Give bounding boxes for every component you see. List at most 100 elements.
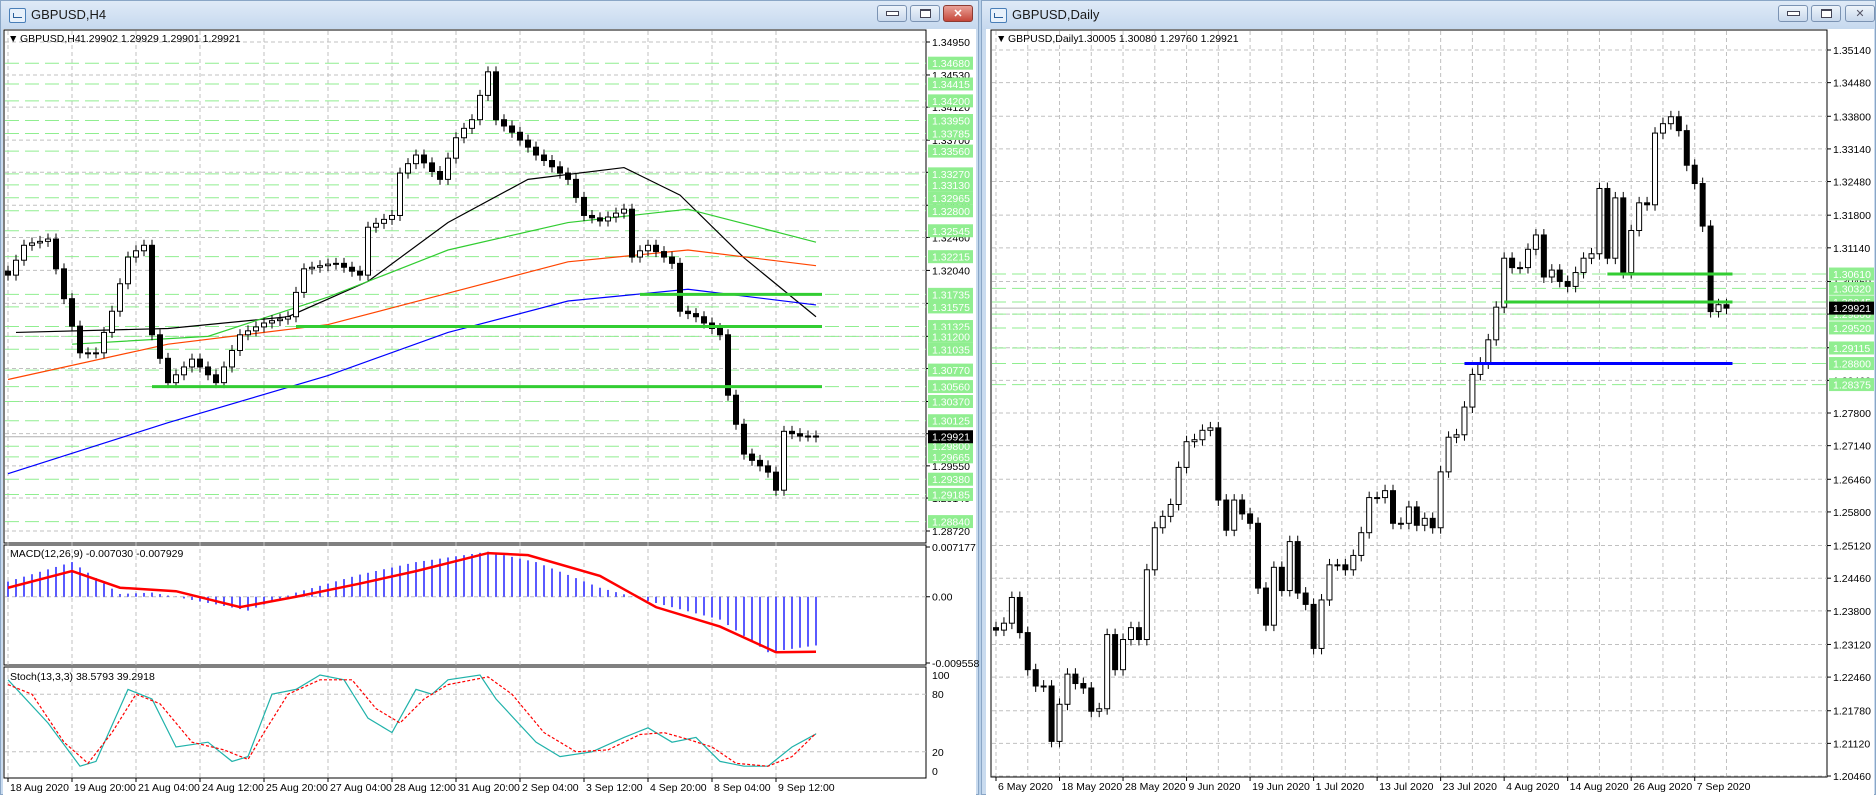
candle [69,293,75,332]
bear-candle-body [77,325,83,354]
candle [1620,191,1627,279]
bear-candle-body [421,154,427,164]
bull-candle-body [1008,596,1015,624]
bull-candle-body [237,334,243,351]
bull-candle-body [1715,304,1722,313]
bear-candle-body [1072,673,1079,685]
bear-candle-body [1247,513,1254,524]
bull-candle-body [1159,515,1166,529]
bull-candle-body [781,430,787,491]
level-label: 1.34680 [932,58,970,70]
bull-candle-body [261,322,267,328]
candle [1501,252,1508,314]
level-label: 1.31575 [932,302,970,314]
level-label: 1.33785 [932,128,970,140]
bull-candle-body [1659,123,1666,134]
bear-candle-body [757,459,763,467]
bear-candle-body [1239,499,1246,515]
bear-candle-body [1540,234,1547,278]
level-label: 1.32545 [932,226,970,238]
price-axis-label: 1.35140 [1833,45,1871,57]
bull-candle-body [1366,497,1373,534]
candle [1628,224,1635,279]
candle [1540,229,1547,283]
bear-candle-body [205,366,211,376]
bear-candle-body [533,146,539,156]
candle [733,389,739,430]
time-axis-label: 1 Jul 2020 [1316,781,1365,793]
time-axis-label: 19 Jun 2020 [1252,781,1310,793]
level-label: 1.28800 [1833,359,1871,371]
bear-candle-body [1556,269,1563,282]
bear-candle-body [349,266,355,272]
bull-candle-body [1437,471,1444,529]
candle [1151,521,1158,576]
candle [125,251,131,290]
bear-candle-body [1691,164,1698,185]
h4-main-plot[interactable] [3,29,927,544]
candle [1215,421,1222,506]
bull-candle-body [1175,466,1182,506]
price-axis-label: 1.25120 [1833,541,1871,553]
bull-candle-body [29,242,35,246]
h4-stoch-panel[interactable] [3,666,927,779]
bear-candle-body [1278,566,1285,592]
candle [1175,461,1182,511]
charts-canvas[interactable]: 18 Aug 2020 19 Aug 20:00 21 Aug 04:00 24 Au… [0,0,1876,795]
candle [157,329,163,364]
bear-candle-body [629,208,635,258]
bull-candle-body [413,154,419,165]
bull-candle-body [1652,132,1659,206]
candle [1008,591,1015,630]
bull-candle-body [1548,269,1555,278]
bull-candle-body [1064,673,1071,705]
dropdown-triangle-icon[interactable]: ▼ [8,33,18,45]
price-axis-label: 1.24460 [1833,573,1871,585]
bull-candle-body [141,244,147,252]
bull-candle-body [1445,436,1452,473]
level-label: 1.30610 [1833,269,1871,281]
time-axis-label: 21 Aug 04:00 [138,782,200,794]
level-label: 1.29115 [1833,343,1870,355]
candle [77,320,83,359]
candle [1445,431,1452,478]
level-label: 1.33560 [932,146,970,158]
h4-macd-panel[interactable] [3,544,927,666]
bull-candle-body [1628,230,1635,274]
bull-candle-body [1167,504,1174,517]
dropdown-triangle-icon[interactable]: ▼ [996,33,1006,45]
time-axis-label: 25 Aug 20:00 [266,782,328,794]
time-axis-label: 9 Jun 2020 [1189,781,1241,793]
level-label: 1.32800 [932,206,970,218]
candle [725,329,731,401]
bull-candle-body [1517,267,1524,270]
bear-candle-body [573,178,579,198]
bull-candle-body [1493,306,1500,341]
level-label: 1.31035 [932,344,970,356]
bear-candle-body [1342,564,1349,571]
candle [677,257,683,317]
level-label: 1.30560 [932,382,970,394]
bear-candle-body [525,139,531,148]
time-axis-label: 26 Aug 2020 [1633,781,1692,793]
bull-candle-body [1231,499,1238,531]
candle [1016,591,1023,639]
bull-candle-body [613,212,619,218]
price-axis-label: 1.23120 [1833,639,1871,651]
bear-candle-body [1223,499,1230,531]
candle [1699,177,1706,232]
bear-candle-body [1310,603,1317,649]
candle [1255,517,1262,595]
bull-candle-body [293,291,299,318]
time-axis-label: 19 Aug 20:00 [74,782,136,794]
bull-candle-body [221,366,227,384]
bear-candle-body [213,374,219,384]
time-axis-label: 6 May 2020 [998,781,1053,793]
candle [1652,127,1659,211]
bear-candle-body [437,171,443,180]
level-label: 1.31735 [932,289,970,301]
candle [1056,698,1063,748]
candle [1596,182,1603,260]
daily-ohlc-values: 1.30005 1.30080 1.29760 1.29921 [1078,33,1239,45]
bear-candle-body [429,162,435,173]
